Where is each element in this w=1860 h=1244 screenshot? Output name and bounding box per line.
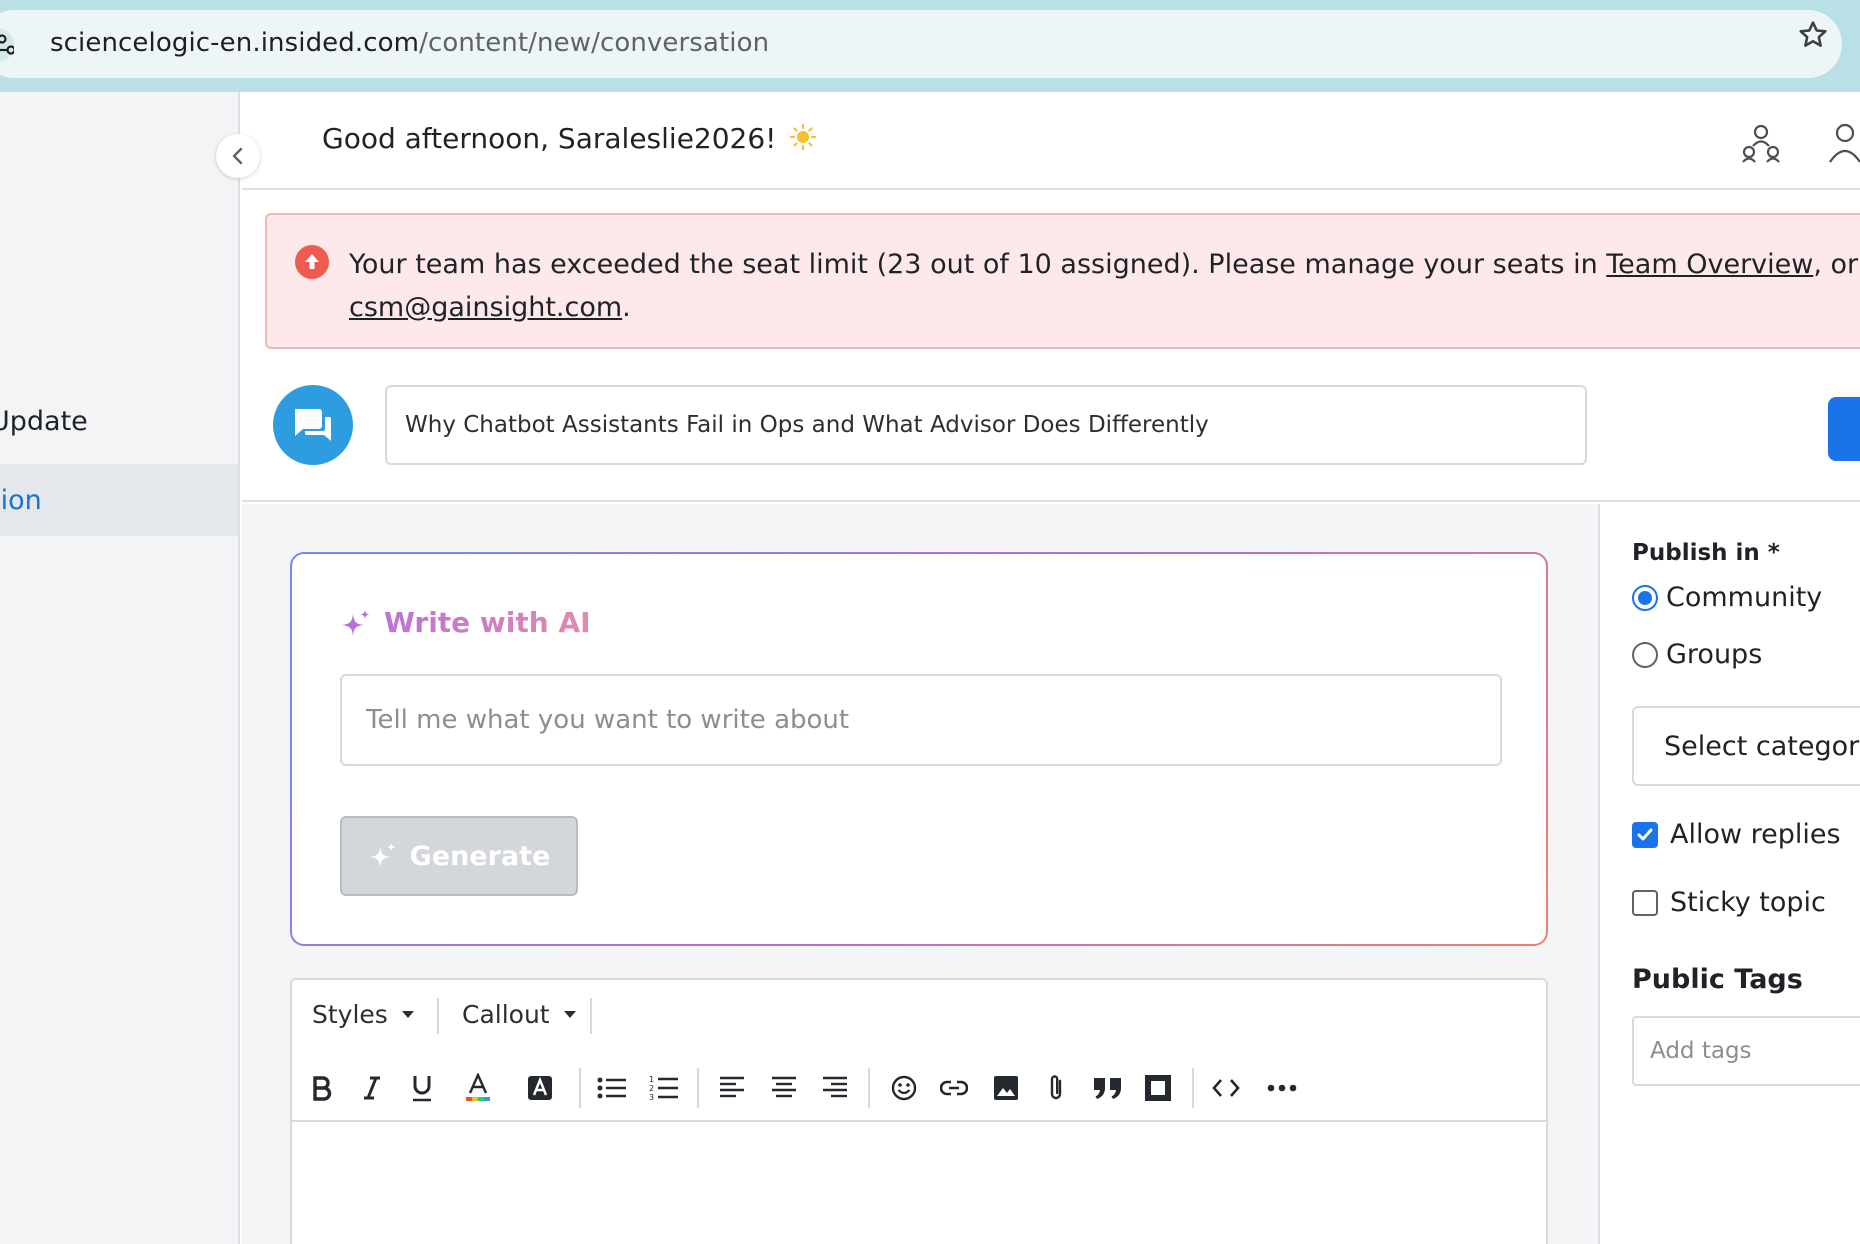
radio-community[interactable]: Community: [1632, 582, 1822, 613]
code-icon[interactable]: [1204, 1066, 1248, 1110]
checkbox-label: Allow replies: [1670, 819, 1841, 850]
editor-toolbar-format: 123: [292, 1056, 1546, 1122]
allow-replies-checkbox[interactable]: Allow replies: [1632, 819, 1841, 850]
conversation-chat-icon: [273, 385, 353, 465]
greeting: Good afternoon, Saraleslie2026!: [322, 122, 817, 158]
main-header: Good afternoon, Saraleslie2026!: [242, 92, 1860, 190]
radio-button[interactable]: [1632, 641, 1658, 668]
title-row: [242, 360, 1860, 502]
styles-label: Styles: [312, 1000, 388, 1029]
svg-text:1: 1: [649, 1075, 654, 1084]
alert-text-mid: , or ema: [1813, 249, 1860, 280]
attachment-icon[interactable]: [1034, 1066, 1078, 1110]
svg-text:3: 3: [649, 1093, 654, 1101]
bookmark-star-icon[interactable]: [1796, 18, 1830, 52]
bullet-list-icon[interactable]: [590, 1066, 634, 1110]
radio-label: Groups: [1666, 639, 1763, 670]
ai-title: Write with AI: [340, 606, 591, 639]
community-icon[interactable]: [1738, 120, 1784, 166]
category-placeholder: Select category: [1664, 730, 1860, 762]
align-right-icon[interactable]: [813, 1066, 857, 1110]
settings-panel: [1598, 504, 1860, 1244]
svg-text:2: 2: [649, 1084, 654, 1093]
alert-message: Your team has exceeded the seat limit (2…: [349, 243, 1860, 329]
checkmark-icon: [1637, 828, 1653, 840]
underline-icon[interactable]: [400, 1066, 444, 1110]
site-info-icon[interactable]: [0, 28, 14, 62]
publish-in-label: Publish in *: [1632, 540, 1780, 566]
category-select[interactable]: Select category: [1632, 706, 1860, 786]
tags-input[interactable]: [1632, 1016, 1860, 1086]
seat-limit-alert: Your team has exceeded the seat limit (2…: [265, 213, 1860, 349]
numbered-list-icon[interactable]: 123: [642, 1066, 686, 1110]
public-tags-label: Public Tags: [1632, 964, 1803, 995]
align-center-icon[interactable]: [762, 1066, 806, 1110]
address-bar[interactable]: sciencelogic-en.insided.com/content/new/…: [0, 10, 1842, 78]
checkbox-label: Sticky topic: [1670, 887, 1826, 918]
toolbar-divider: [437, 998, 439, 1034]
emoji-icon[interactable]: [882, 1066, 926, 1110]
checkbox[interactable]: [1632, 821, 1658, 848]
caret-down-icon: [401, 1010, 414, 1018]
checkbox[interactable]: [1632, 889, 1658, 916]
radio-label: Community: [1666, 582, 1823, 613]
generate-label: Generate: [409, 840, 551, 872]
ai-prompt-input[interactable]: [340, 674, 1502, 766]
callout-label: Callout: [462, 1000, 550, 1029]
image-icon[interactable]: [984, 1066, 1028, 1110]
radio-button[interactable]: [1632, 584, 1658, 611]
italic-icon[interactable]: [350, 1066, 394, 1110]
profile-icon[interactable]: [1822, 120, 1860, 166]
sidebar-item-update[interactable]: Update: [0, 385, 238, 457]
url-host: sciencelogic-en.insided.com: [50, 28, 420, 58]
editor-content[interactable]: [292, 1122, 1546, 1244]
toolbar-divider: [579, 1068, 581, 1108]
ai-card-body: Write with AI Generate: [292, 554, 1546, 944]
generate-button[interactable]: Generate: [340, 816, 578, 896]
quote-icon[interactable]: [1086, 1066, 1130, 1110]
bold-icon[interactable]: [300, 1066, 344, 1110]
sparkle-icon: [369, 842, 396, 868]
styles-dropdown[interactable]: Styles: [312, 1000, 414, 1029]
radio-groups[interactable]: Groups: [1632, 639, 1762, 670]
sticky-topic-checkbox[interactable]: Sticky topic: [1632, 887, 1826, 918]
url-text[interactable]: sciencelogic-en.insided.com/content/new/…: [50, 28, 769, 58]
publish-button[interactable]: [1828, 397, 1860, 461]
editor-toolbar-top: Styles Callout: [292, 980, 1546, 1056]
more-options-icon[interactable]: [1260, 1066, 1304, 1110]
toolbar-divider: [590, 998, 592, 1034]
sidebar-item-label: Update: [0, 405, 88, 437]
link-icon[interactable]: [932, 1066, 976, 1110]
title-input[interactable]: [385, 385, 1587, 465]
url-path: /content/new/conversation: [419, 28, 770, 58]
team-overview-link[interactable]: Team Overview: [1606, 249, 1813, 280]
rich-text-editor: Styles Callout 123: [290, 978, 1548, 1244]
sidebar-collapse-button[interactable]: [216, 134, 260, 178]
upgrade-arrow-icon: [295, 245, 329, 279]
caret-down-icon: [563, 1010, 576, 1018]
toolbar-divider: [868, 1068, 870, 1108]
embed-box-icon[interactable]: [1136, 1066, 1180, 1110]
write-with-ai-card: Write with AI Generate: [290, 552, 1548, 946]
sidebar-item-label: tion: [0, 484, 42, 516]
browser-chrome: sciencelogic-en.insided.com/content/new/…: [0, 0, 1860, 92]
highlight-color-icon[interactable]: [518, 1066, 562, 1110]
sun-icon: [789, 123, 817, 158]
align-left-icon[interactable]: [710, 1066, 754, 1110]
text-color-icon[interactable]: [456, 1066, 500, 1110]
left-sidebar: Update tion: [0, 92, 240, 1244]
support-email-link[interactable]: csm@gainsight.com: [349, 292, 622, 323]
sidebar-item-conversation[interactable]: tion: [0, 464, 238, 536]
greeting-text: Good afternoon, Saraleslie2026!: [322, 122, 777, 155]
alert-text-before: Your team has exceeded the seat limit (2…: [349, 249, 1607, 280]
toolbar-divider: [1192, 1068, 1194, 1108]
toolbar-divider: [697, 1068, 699, 1108]
callout-dropdown[interactable]: Callout: [462, 1000, 576, 1029]
alert-text-end: .: [622, 292, 631, 323]
